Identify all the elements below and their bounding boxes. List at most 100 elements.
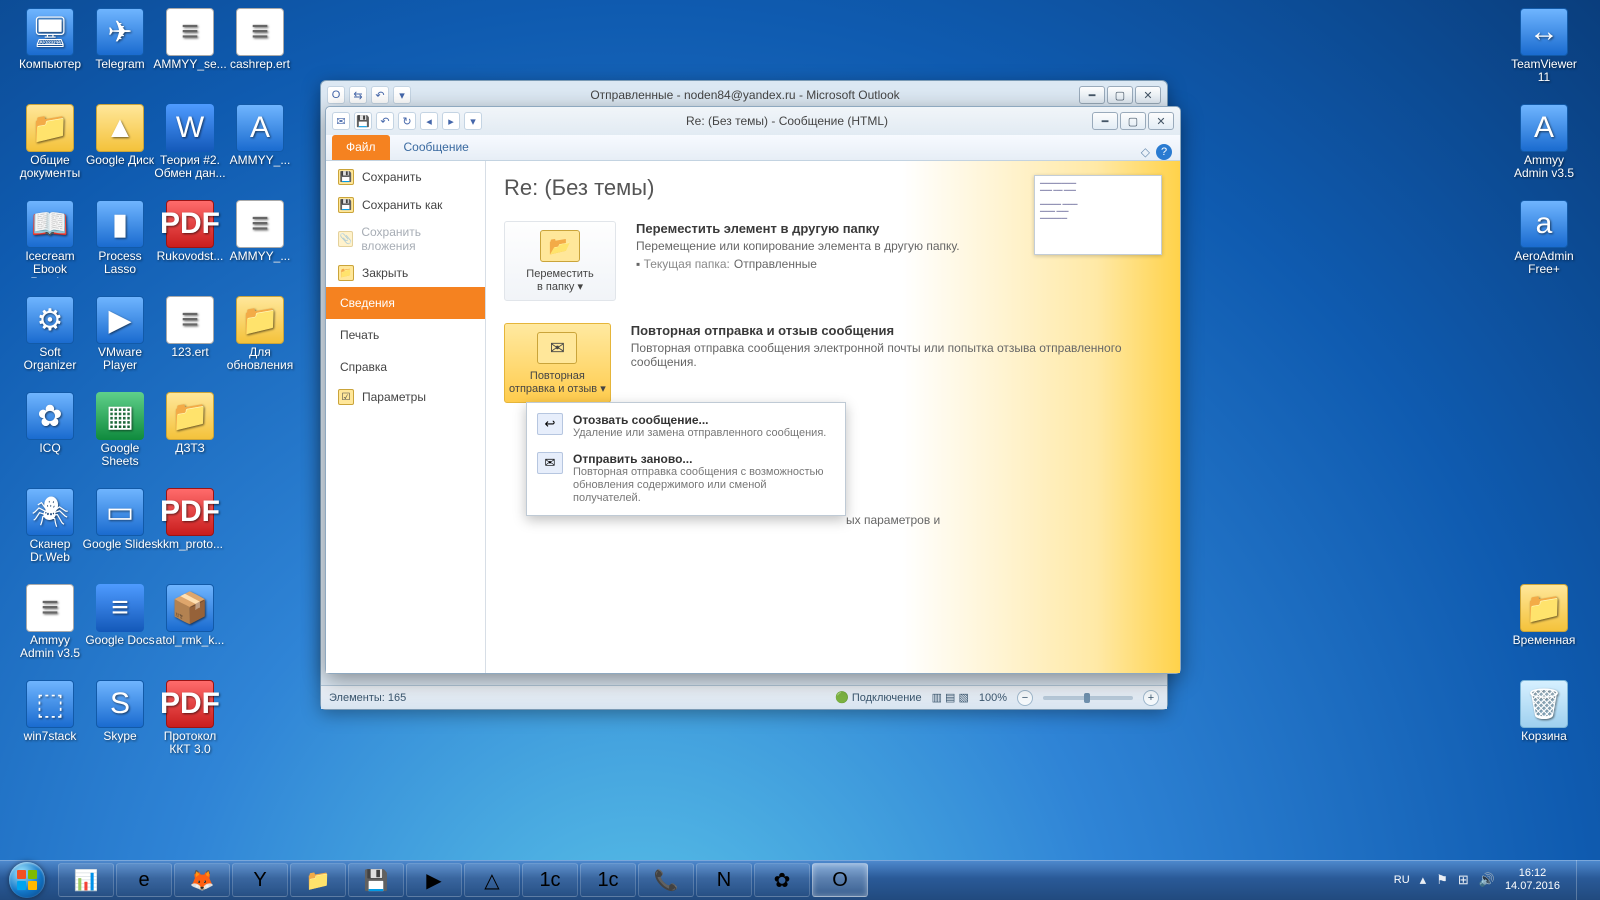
tray-language[interactable]: RU	[1394, 874, 1410, 886]
desktop-icon[interactable]: ✈Telegram	[82, 8, 158, 71]
desktop-icon[interactable]: SSkype	[82, 680, 158, 743]
save-as-icon: 💾	[338, 197, 354, 213]
taskbar-item-ie[interactable]: e	[116, 863, 172, 897]
nav-help[interactable]: Справка	[326, 351, 485, 383]
taskbar-item-onenote[interactable]: N	[696, 863, 752, 897]
desktop-icon[interactable]: 📁Для обновления	[222, 296, 298, 372]
desktop-icon[interactable]: WТеория #2. Обмен дан...	[152, 104, 228, 180]
tray-expand-icon[interactable]: ▴	[1420, 872, 1427, 888]
desktop-icon[interactable]: ≡AMMYY_se...	[152, 8, 228, 71]
qat-dropdown-icon[interactable]: ▾	[464, 112, 482, 130]
desktop-icon[interactable]: 🖥Компьютер	[12, 8, 88, 71]
icon-label: Google Docs	[82, 634, 158, 647]
desktop-icon[interactable]: aAeroAdmin Free+	[1506, 200, 1582, 276]
desktop-icon[interactable]: PDFkkm_proto...	[152, 488, 228, 551]
desktop-icon[interactable]: ▭Google Slides	[82, 488, 158, 551]
taskbar-item-media[interactable]: ▶	[406, 863, 462, 897]
taskbar-item-vlc[interactable]: △	[464, 863, 520, 897]
desktop-icon[interactable]: ≡123.ert	[152, 296, 228, 359]
qat-more-icon[interactable]: ▾	[393, 86, 411, 104]
zoom-in-button[interactable]: +	[1143, 690, 1159, 706]
desktop-icon[interactable]: ✿ICQ	[12, 392, 88, 455]
qat-send-receive-icon[interactable]: ⇆	[349, 86, 367, 104]
desktop-icon[interactable]: 📁Общие документы	[12, 104, 88, 180]
desktop-icon[interactable]: PDFRukovodst...	[152, 200, 228, 263]
nav-close[interactable]: 📁Закрыть	[326, 259, 485, 287]
tab-message[interactable]: Сообщение	[390, 135, 483, 160]
tray-volume-icon[interactable]: 🔊	[1479, 872, 1495, 888]
desktop-icon[interactable]: ▶VMware Player	[82, 296, 158, 372]
desktop-icon[interactable]: 📁Временная	[1506, 584, 1582, 647]
taskbar-item-icq[interactable]: ✿	[754, 863, 810, 897]
icon-glyph: 🕷	[26, 488, 74, 536]
view-buttons[interactable]: ▥ ▤ ▧	[932, 691, 969, 704]
menu-recall-message[interactable]: ↩ Отозвать сообщение...Удаление или заме…	[527, 407, 845, 446]
resend-recall-button[interactable]: ✉ Повторнаяотправка и отзыв ▾	[504, 323, 611, 403]
outer-maximize-button[interactable]: ▢	[1107, 86, 1133, 104]
taskbar-item-yandex[interactable]: Y	[232, 863, 288, 897]
nav-save[interactable]: 💾Сохранить	[326, 163, 485, 191]
desktop-icon[interactable]: ↔TeamViewer 11	[1506, 8, 1582, 84]
nav-info[interactable]: Сведения	[326, 287, 485, 319]
taskbar-item-1c-a[interactable]: 1c	[522, 863, 578, 897]
taskbar-item-explorer[interactable]: 📁	[290, 863, 346, 897]
desktop-icon[interactable]: PDFПротокол ККТ 3.0	[152, 680, 228, 756]
desktop-icon[interactable]: ▲Google Диск	[82, 104, 158, 167]
qat-redo-icon[interactable]: ↻	[398, 112, 416, 130]
zoom-out-button[interactable]: −	[1017, 690, 1033, 706]
qat-undo-icon[interactable]: ↶	[371, 86, 389, 104]
desktop-icon[interactable]: ≡cashrep.ert	[222, 8, 298, 71]
inner-titlebar: ✉ 💾 ↶ ↻ ◂ ▸ ▾ Re: (Без темы) - Сообщение…	[326, 107, 1180, 135]
taskbar-item-viber[interactable]: 📞	[638, 863, 694, 897]
inner-maximize-button[interactable]: ▢	[1120, 112, 1146, 130]
tray-flag-icon[interactable]: ⚑	[1436, 872, 1448, 888]
icon-label: Корзина	[1506, 730, 1582, 743]
inner-close-button[interactable]: ✕	[1148, 112, 1174, 130]
outer-minimize-button[interactable]: ━	[1079, 86, 1105, 104]
qat-save-icon[interactable]: 💾	[354, 112, 372, 130]
outer-close-button[interactable]: ✕	[1135, 86, 1161, 104]
ribbon-collapse-icon[interactable]: ◇	[1141, 145, 1150, 159]
move-to-folder-button[interactable]: 📂 Переместитьв папку ▾	[504, 221, 616, 301]
tab-file[interactable]: Файл	[332, 135, 390, 160]
icon-label: Google Slides	[82, 538, 158, 551]
desktop-icon[interactable]: ≡Google Docs	[82, 584, 158, 647]
taskbar-item-1c-b[interactable]: 1c	[580, 863, 636, 897]
nav-print[interactable]: Печать	[326, 319, 485, 351]
desktop-icon[interactable]: 🕷Сканер Dr.Web	[12, 488, 88, 564]
desktop-icon[interactable]: ⚙Soft Organizer	[12, 296, 88, 372]
taskbar-item-outlook[interactable]: O	[812, 863, 868, 897]
zoom-slider[interactable]	[1043, 696, 1133, 700]
qat-prev-icon[interactable]: ◂	[420, 112, 438, 130]
icon-glyph: ≡	[26, 584, 74, 632]
menu-resend-message[interactable]: ✉ Отправить заново...Повторная отправка …	[527, 446, 845, 511]
nav-options[interactable]: ☑Параметры	[326, 383, 485, 411]
desktop-icon[interactable]: ▦Google Sheets	[82, 392, 158, 468]
start-button[interactable]	[0, 860, 54, 900]
nav-save-as[interactable]: 💾Сохранить как	[326, 191, 485, 219]
qat-next-icon[interactable]: ▸	[442, 112, 460, 130]
icon-label: VMware Player	[82, 346, 158, 372]
message-thumbnail[interactable]: ━━━━━━━━━━━━━━━━ ━━━ ━━━━━━━━━━━ ━━━━━━━…	[1034, 175, 1162, 255]
desktop-icon[interactable]: ⬚win7stack	[12, 680, 88, 743]
desktop-icon[interactable]: 📦atol_rmk_k...	[152, 584, 228, 647]
desktop-icon[interactable]: ▮Process Lasso	[82, 200, 158, 276]
qat-undo2-icon[interactable]: ↶	[376, 112, 394, 130]
desktop-icon[interactable]: ≡Ammyy Admin v3.5	[12, 584, 88, 660]
desktop-icon[interactable]: 📖Icecream Ebook Reader	[12, 200, 88, 278]
tray-clock[interactable]: 16:12 14.07.2016	[1505, 867, 1560, 893]
inner-minimize-button[interactable]: ━	[1092, 112, 1118, 130]
desktop-icon[interactable]: ≡AMMYY_...	[222, 200, 298, 263]
message-window: ✉ 💾 ↶ ↻ ◂ ▸ ▾ Re: (Без темы) - Сообщение…	[325, 106, 1181, 674]
show-desktop-button[interactable]	[1576, 860, 1590, 900]
desktop-icon[interactable]: AAmmyy Admin v3.5	[1506, 104, 1582, 180]
desktop-icon[interactable]: AAMMYY_...	[222, 104, 298, 167]
help-icon[interactable]: ?	[1156, 144, 1172, 160]
taskbar-item-task-manager[interactable]: 📊	[58, 863, 114, 897]
taskbar-item-firefox[interactable]: 🦊	[174, 863, 230, 897]
tray-network-icon[interactable]: ⊞	[1458, 872, 1469, 888]
resend-again-icon: ✉	[537, 452, 563, 474]
taskbar-item-save[interactable]: 💾	[348, 863, 404, 897]
desktop-icon[interactable]: 📁ДЗТЗ	[152, 392, 228, 455]
desktop-icon[interactable]: 🗑Корзина	[1506, 680, 1582, 743]
